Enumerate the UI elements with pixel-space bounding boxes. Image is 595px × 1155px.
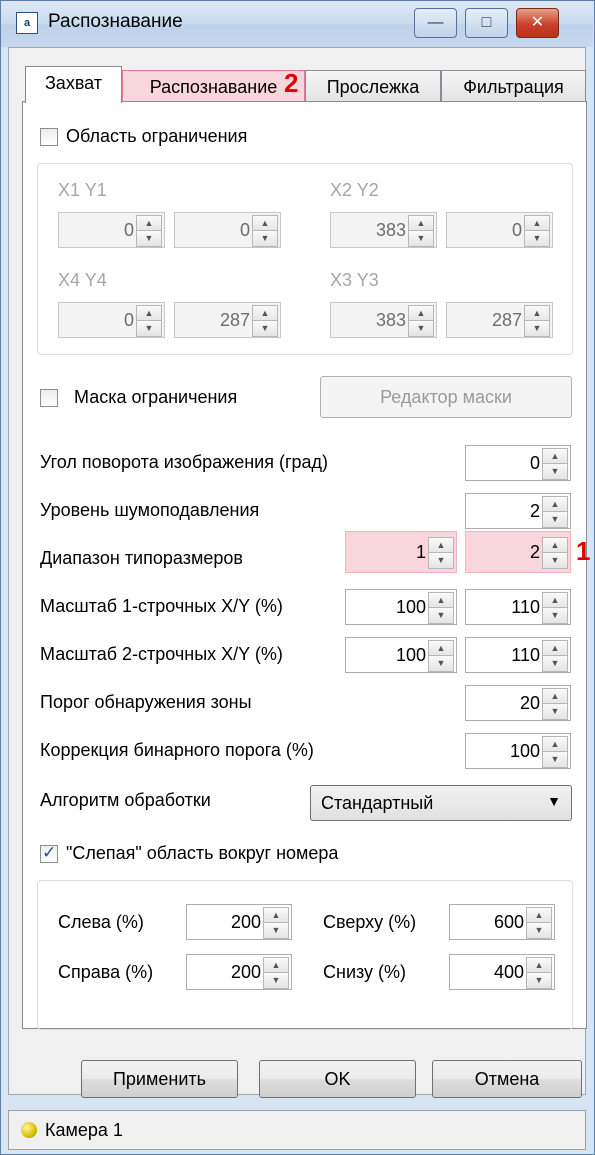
cancel-button[interactable]: Отмена <box>432 1060 582 1098</box>
mask-editor-button[interactable]: Редактор маски <box>320 376 572 418</box>
x1-value: 0 <box>123 220 134 240</box>
x3y3-label: X3 Y3 <box>330 270 379 290</box>
y1-value: 0 <box>239 220 250 240</box>
y2-spinner[interactable]: 0 ▲ ▼ <box>446 212 553 248</box>
scale2-x-value: 100 <box>395 645 426 665</box>
apply-button[interactable]: Применить <box>81 1060 238 1098</box>
binary-label: Коррекция бинарного порога (%) <box>40 740 314 760</box>
rotation-label: Угол поворота изображения (град) <box>40 452 329 472</box>
scale1-y-spinner[interactable]: 110 ▲ ▼ <box>465 589 571 625</box>
size-min-spinner[interactable]: 1 ▲ ▼ <box>345 531 457 573</box>
mask-checkbox-label: Маска ограничения <box>74 387 238 407</box>
area-checkbox-label: Область ограничения <box>66 126 248 146</box>
mask-checkbox[interactable] <box>40 389 58 407</box>
algorithm-label: Алгоритм обработки <box>40 790 211 810</box>
x3-spinner[interactable]: 383 ▲ ▼ <box>330 302 437 338</box>
algorithm-select[interactable]: Стандартный ▼ <box>310 785 572 821</box>
arrow-down-icon[interactable]: ▼ <box>542 463 568 480</box>
arrow-down-icon[interactable]: ▼ <box>542 511 568 528</box>
y3-value: 287 <box>491 310 522 330</box>
arrow-down-icon[interactable]: ▼ <box>263 922 289 939</box>
arrow-down-icon[interactable]: ▼ <box>542 703 568 720</box>
right-value: 200 <box>230 962 261 982</box>
arrow-down-icon[interactable]: ▼ <box>526 922 552 939</box>
top-value: 600 <box>493 912 524 932</box>
y4-spinner[interactable]: 287 ▲ ▼ <box>174 302 281 338</box>
x1y1-label: X1 Y1 <box>58 180 107 200</box>
binary-spinner[interactable]: 100 ▲ ▼ <box>465 733 571 769</box>
arrow-down-icon[interactable]: ▼ <box>524 230 550 247</box>
binary-value: 100 <box>509 741 540 761</box>
bottom-label: Снизу (%) <box>323 962 407 982</box>
arrow-down-icon[interactable]: ▼ <box>524 320 550 337</box>
arrow-down-icon[interactable]: ▼ <box>136 230 162 247</box>
scale2-y-spinner[interactable]: 110 ▲ ▼ <box>465 637 571 673</box>
left-value: 200 <box>230 912 261 932</box>
area-checkbox[interactable] <box>40 128 58 146</box>
zone-spinner[interactable]: 20 ▲ ▼ <box>465 685 571 721</box>
x1-spinner[interactable]: 0 ▲ ▼ <box>58 212 165 248</box>
y3-spinner[interactable]: 287 ▲ ▼ <box>446 302 553 338</box>
left-spinner[interactable]: 200 ▲ ▼ <box>186 904 292 940</box>
row-marker: 1 <box>576 536 591 566</box>
scale1-x-spinner[interactable]: 100 ▲ ▼ <box>345 589 457 625</box>
size-max-spinner[interactable]: 2 ▲ ▼ <box>465 531 571 573</box>
arrow-down-icon[interactable]: ▼ <box>252 230 278 247</box>
zone-label: Порог обнаружения зоны <box>40 692 252 712</box>
top-label: Сверху (%) <box>323 912 417 932</box>
arrow-down-icon[interactable]: ▼ <box>542 607 568 624</box>
left-label: Слева (%) <box>58 912 144 932</box>
scale2-x-spinner[interactable]: 100 ▲ ▼ <box>345 637 457 673</box>
scale2-label: Масштаб 2-строчных X/Y (%) <box>40 644 283 664</box>
ok-button[interactable]: OK <box>259 1060 416 1098</box>
arrow-down-icon[interactable]: ▼ <box>428 655 454 672</box>
arrow-down-icon[interactable]: ▼ <box>542 751 568 768</box>
size-max-value: 2 <box>529 542 540 562</box>
x4y4-label: X4 Y4 <box>58 270 107 290</box>
blind-area-label: "Слепая" область вокруг номера <box>66 843 339 863</box>
bottom-value: 400 <box>493 962 524 982</box>
size-range-label: Диапазон типоразмеров <box>40 548 243 568</box>
blind-area-checkbox[interactable] <box>40 843 58 863</box>
scale2-y-value: 110 <box>511 645 540 665</box>
x2y2-label: X2 Y2 <box>330 180 379 200</box>
x3-value: 383 <box>375 310 406 330</box>
rotation-spinner[interactable]: 0 ▲ ▼ <box>465 445 571 481</box>
right-label: Справа (%) <box>58 962 154 982</box>
noise-label: Уровень шумоподавления <box>40 500 260 520</box>
arrow-down-icon[interactable]: ▼ <box>542 655 568 672</box>
y1-spinner[interactable]: 0 ▲ ▼ <box>174 212 281 248</box>
noise-spinner[interactable]: 2 ▲ ▼ <box>465 493 571 529</box>
arrow-down-icon[interactable]: ▼ <box>542 552 568 569</box>
bottom-spinner[interactable]: 400 ▲ ▼ <box>449 954 555 990</box>
y4-value: 287 <box>219 310 250 330</box>
x2-spinner[interactable]: 383 ▲ ▼ <box>330 212 437 248</box>
size-min-value: 1 <box>415 542 426 562</box>
scale1-label: Масштаб 1-строчных X/Y (%) <box>40 596 283 616</box>
arrow-down-icon[interactable]: ▼ <box>526 972 552 989</box>
rotation-value: 0 <box>529 453 540 473</box>
arrow-down-icon[interactable]: ▼ <box>136 320 162 337</box>
arrow-down-icon[interactable]: ▼ <box>252 320 278 337</box>
scale1-y-value: 110 <box>511 597 540 617</box>
zone-value: 20 <box>519 693 540 713</box>
arrow-down-icon[interactable]: ▼ <box>428 607 454 624</box>
chevron-down-icon[interactable]: ▼ <box>547 793 561 809</box>
x4-spinner[interactable]: 0 ▲ ▼ <box>58 302 165 338</box>
arrow-down-icon[interactable]: ▼ <box>408 230 434 247</box>
x2-value: 383 <box>375 220 406 240</box>
top-spinner[interactable]: 600 ▲ ▼ <box>449 904 555 940</box>
x4-value: 0 <box>123 310 134 330</box>
y2-value: 0 <box>511 220 522 240</box>
algorithm-value: Стандартный <box>321 793 434 813</box>
arrow-down-icon[interactable]: ▼ <box>263 972 289 989</box>
scale1-x-value: 100 <box>395 597 426 617</box>
right-spinner[interactable]: 200 ▲ ▼ <box>186 954 292 990</box>
noise-value: 2 <box>529 501 540 521</box>
arrow-down-icon[interactable]: ▼ <box>408 320 434 337</box>
arrow-down-icon[interactable]: ▼ <box>428 552 454 569</box>
